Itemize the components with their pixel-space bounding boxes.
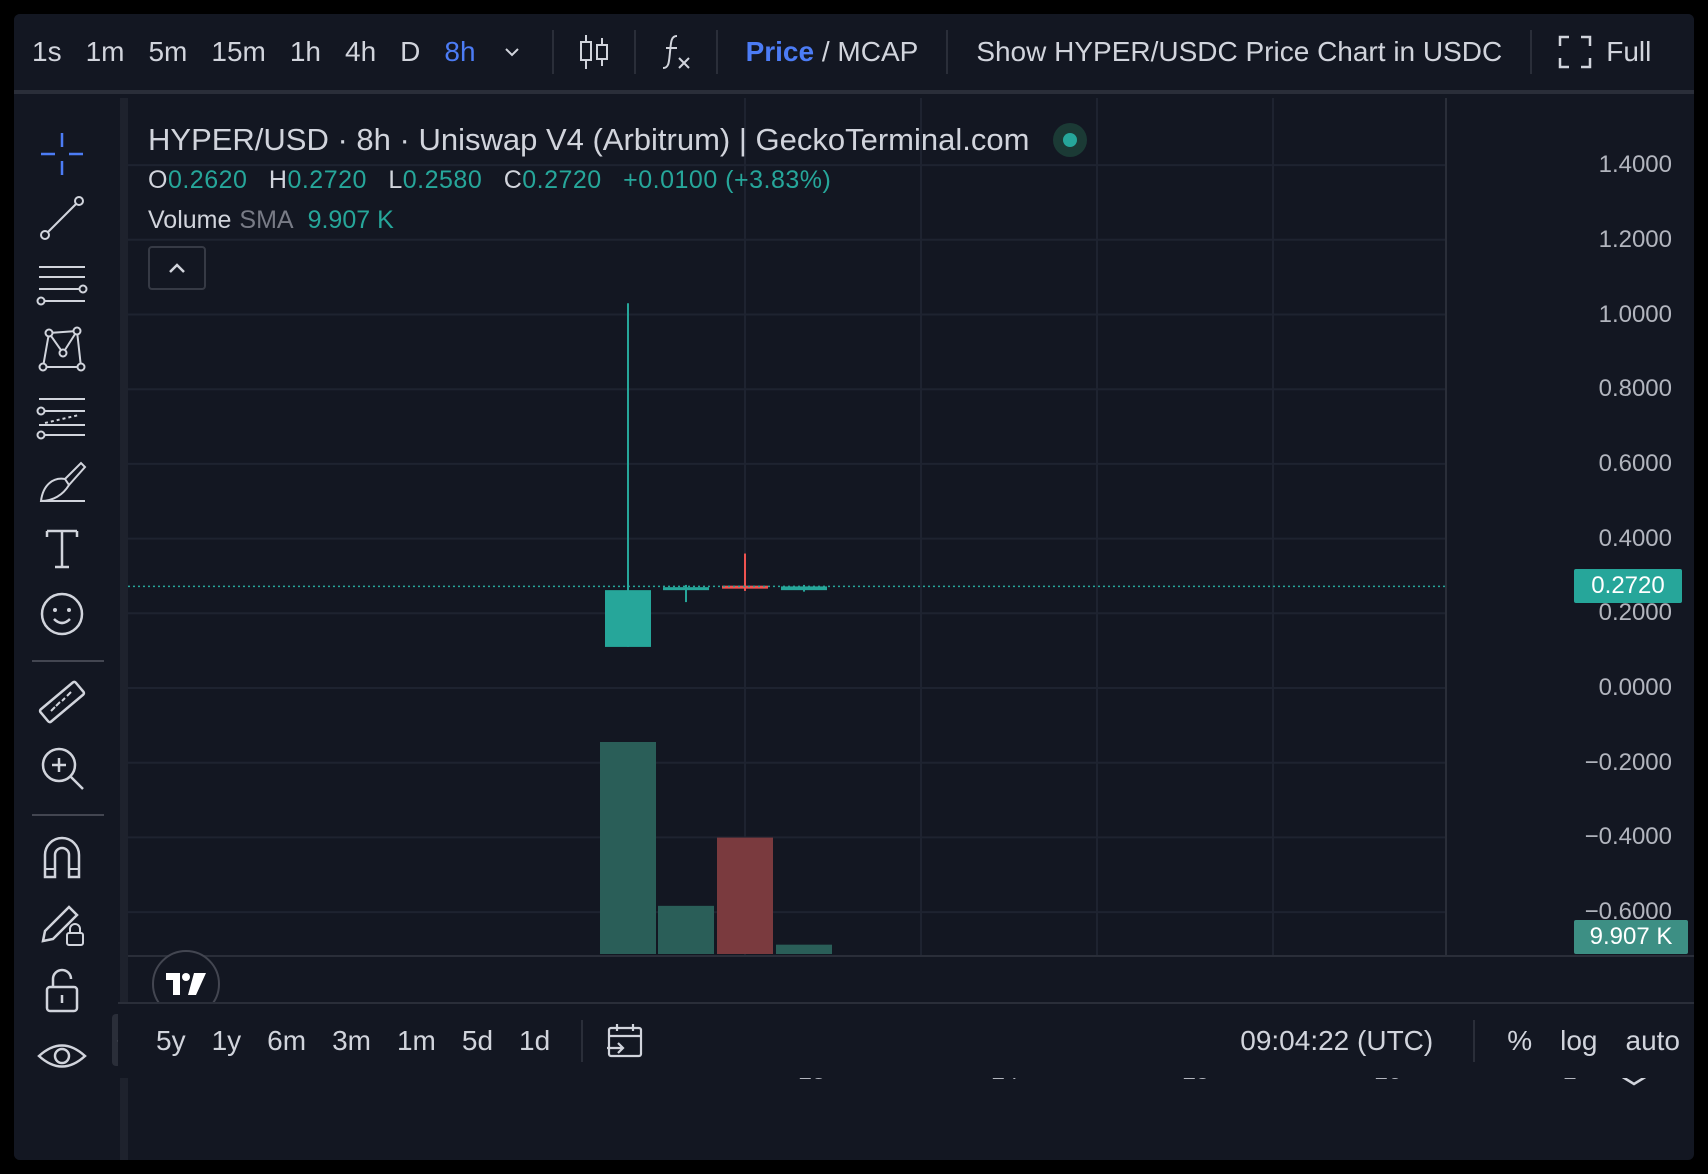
symbol-title: HYPER/USD · 8h · Uniswap V4 (Arbitrum) |… <box>148 122 1030 157</box>
price-plot[interactable] <box>128 98 1694 1160</box>
y-tick: −0.2000 <box>1584 748 1672 776</box>
fib-icon[interactable] <box>32 254 92 314</box>
last-price-tag: 0.2720 <box>1574 569 1682 604</box>
y-tick: 1.2000 <box>1598 225 1672 253</box>
y-tick: 0.0000 <box>1598 674 1672 701</box>
forecast-icon[interactable] <box>32 386 92 446</box>
y-tick: 1.4000 <box>1598 151 1672 179</box>
volume-bar <box>658 905 714 954</box>
utc-clock[interactable]: 09:04:22 (UTC) <box>1240 1025 1455 1057</box>
timeframe-8h[interactable]: 8h <box>432 36 487 68</box>
low-label: L <box>388 166 403 194</box>
legend-collapse-button[interactable] <box>148 246 206 290</box>
low-value: 0.2580 <box>402 166 483 194</box>
y-tick: 0.8000 <box>1598 375 1672 403</box>
toolbar-divider <box>633 30 636 74</box>
tools-divider <box>32 814 104 816</box>
chart-legend-title: HYPER/USD · 8h · Uniswap V4 (Arbitrum) |… <box>148 122 1088 158</box>
pattern-icon[interactable] <box>32 320 92 380</box>
percent-toggle[interactable]: % <box>1493 1025 1546 1057</box>
toolbar-divider <box>715 30 718 74</box>
y-tick: 0.2000 <box>1598 599 1672 627</box>
crosshair-icon[interactable] <box>32 124 92 184</box>
trendline-icon[interactable] <box>32 188 92 248</box>
timeframe-1m[interactable]: 1m <box>74 36 137 68</box>
lock-draw-icon[interactable] <box>32 894 92 954</box>
top-toolbar: 1s 1m 5m 15m 1h 4h D 8h Price / MCAP Sho… <box>14 14 1694 94</box>
log-toggle[interactable]: log <box>1546 1025 1611 1057</box>
close-value: 0.2720 <box>522 166 602 194</box>
volume-legend[interactable]: Volume SMA 9.907 K <box>148 206 394 235</box>
tradingview-logo-icon <box>166 973 206 995</box>
fullscreen-button[interactable]: Full <box>1548 35 1651 69</box>
toolbar-divider <box>1530 30 1533 74</box>
chevron-down-icon[interactable] <box>488 28 536 76</box>
tools-divider <box>32 660 104 662</box>
timeframe-1h[interactable]: 1h <box>278 36 333 68</box>
fullscreen-icon <box>1558 35 1592 69</box>
ohlc-legend: O0.2620 H0.2720 L0.2580 C0.2720 +0.0100 … <box>148 166 845 195</box>
high-value: 0.2720 <box>287 166 367 194</box>
bottom-toolbar: 5y 1y 6m 3m 1m 5d 1d 09:04:22 (UTC) % lo… <box>118 1002 1694 1078</box>
close-label: C <box>503 166 523 194</box>
market-status-dot <box>1053 123 1088 157</box>
zoom-icon[interactable] <box>32 738 92 798</box>
y-tick: 0.6000 <box>1598 449 1672 477</box>
timeframe-1s[interactable]: 1s <box>14 36 74 68</box>
timeframe-4h[interactable]: 4h <box>333 36 388 68</box>
bottom-divider <box>581 1020 584 1062</box>
toolbar-divider <box>551 30 554 74</box>
chevron-up-icon <box>169 263 185 273</box>
high-label: H <box>268 166 288 194</box>
timeframe-15m[interactable]: 15m <box>199 36 277 68</box>
brush-icon[interactable] <box>32 452 92 512</box>
show-usdc-button[interactable]: Show HYPER/USDC Price Chart in USDC <box>964 36 1514 68</box>
text-icon[interactable] <box>32 518 92 578</box>
sma-label: SMA <box>239 206 294 234</box>
fullscreen-label: Full <box>1606 36 1652 67</box>
bottom-divider <box>1473 1020 1476 1062</box>
open-value: 0.2620 <box>167 166 248 194</box>
range-5d[interactable]: 5d <box>449 1025 506 1057</box>
timeframe-5m[interactable]: 5m <box>136 36 199 68</box>
volume-label: Volume <box>148 206 232 234</box>
price-mcap-toggle[interactable]: Price / MCAP <box>734 36 931 68</box>
y-tick: 1.0000 <box>1598 300 1672 328</box>
timeframe-d[interactable]: D <box>388 36 432 68</box>
range-3m[interactable]: 3m <box>319 1025 384 1057</box>
volume-value: 9.907 K <box>307 206 394 234</box>
range-5y[interactable]: 5y <box>118 1025 199 1057</box>
change-value: +0.0100 (+3.83%) <box>623 166 832 194</box>
range-1y[interactable]: 1y <box>199 1025 255 1057</box>
ruler-icon[interactable] <box>32 672 92 732</box>
lock-icon[interactable] <box>32 960 92 1020</box>
magnet-icon[interactable] <box>32 828 92 888</box>
toolbar-divider <box>946 30 949 74</box>
candle-body <box>663 587 709 591</box>
mcap-option[interactable]: MCAP <box>837 36 918 67</box>
y-tick: −0.4000 <box>1584 823 1672 851</box>
calendar-goto-icon[interactable] <box>601 1017 649 1065</box>
chart-pane[interactable]: HYPER/USD · 8h · Uniswap V4 (Arbitrum) |… <box>128 98 1694 1160</box>
drawing-toolbar <box>14 98 128 1160</box>
eye-icon[interactable] <box>32 1026 92 1086</box>
indicators-icon[interactable] <box>652 28 700 76</box>
y-tick: 0.4000 <box>1598 524 1672 552</box>
auto-toggle[interactable]: auto <box>1612 1025 1695 1057</box>
candles-icon[interactable] <box>570 28 618 76</box>
emoji-icon[interactable] <box>32 584 92 644</box>
toggle-separator: / <box>814 36 838 67</box>
range-1m[interactable]: 1m <box>384 1025 449 1057</box>
candle-body <box>605 590 651 647</box>
volume-bar <box>600 742 656 954</box>
price-option[interactable]: Price <box>746 36 815 67</box>
range-6m[interactable]: 6m <box>254 1025 319 1057</box>
volume-bar <box>717 837 773 954</box>
range-1d[interactable]: 1d <box>506 1025 563 1057</box>
open-label: O <box>148 166 168 194</box>
chart-widget: 1s 1m 5m 15m 1h 4h D 8h Price / MCAP Sho… <box>14 14 1694 1160</box>
volume-tag: 9.907 K <box>1574 920 1688 954</box>
volume-bar <box>776 944 832 954</box>
